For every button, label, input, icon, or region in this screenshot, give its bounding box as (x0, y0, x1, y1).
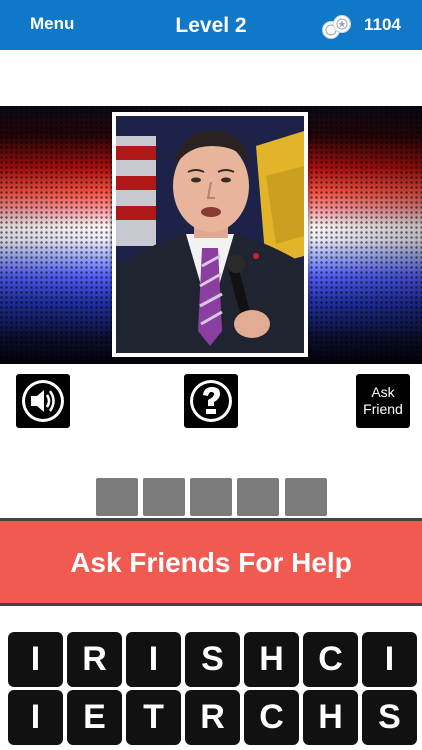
portrait-photo (116, 116, 304, 353)
letter-key[interactable]: I (8, 690, 63, 745)
coin-count: 1104 (364, 15, 401, 34)
letter-key[interactable]: I (362, 632, 417, 687)
question-icon (190, 380, 232, 422)
ask-friend-button[interactable]: Ask Friend (356, 374, 410, 428)
letter-key[interactable]: I (8, 632, 63, 687)
answer-slot[interactable] (96, 478, 138, 516)
letter-key[interactable]: I (126, 632, 181, 687)
answer-slot[interactable] (285, 478, 327, 516)
ask-friend-label: Ask Friend (363, 384, 403, 417)
speaker-icon (22, 380, 64, 422)
letter-key[interactable]: S (185, 632, 240, 687)
letter-key[interactable]: C (244, 690, 299, 745)
letter-key[interactable]: T (126, 690, 181, 745)
letter-key[interactable]: E (67, 690, 122, 745)
ask-friends-bar[interactable]: Ask Friends For Help (0, 518, 422, 606)
letter-key[interactable]: R (67, 632, 122, 687)
portrait-illustration (116, 116, 304, 353)
letter-key[interactable]: R (185, 690, 240, 745)
letter-keyboard: I R I S H C I I E T R C H S (0, 624, 422, 750)
ask-friends-label: Ask Friends For Help (70, 547, 352, 578)
letter-key[interactable]: H (303, 690, 358, 745)
letter-key[interactable]: S (362, 690, 417, 745)
level-title: Level 2 (175, 14, 247, 37)
question-hint-button[interactable] (184, 374, 238, 428)
top-bar: Menu Level 2 1104 (0, 0, 422, 50)
answer-slot[interactable] (143, 478, 185, 516)
letter-key[interactable]: H (244, 632, 299, 687)
answer-slot[interactable] (237, 478, 279, 516)
coins-icon (322, 15, 351, 39)
photo-frame (112, 112, 308, 357)
answer-slot[interactable] (190, 478, 232, 516)
sound-button[interactable] (16, 374, 70, 428)
letter-key[interactable]: C (303, 632, 358, 687)
